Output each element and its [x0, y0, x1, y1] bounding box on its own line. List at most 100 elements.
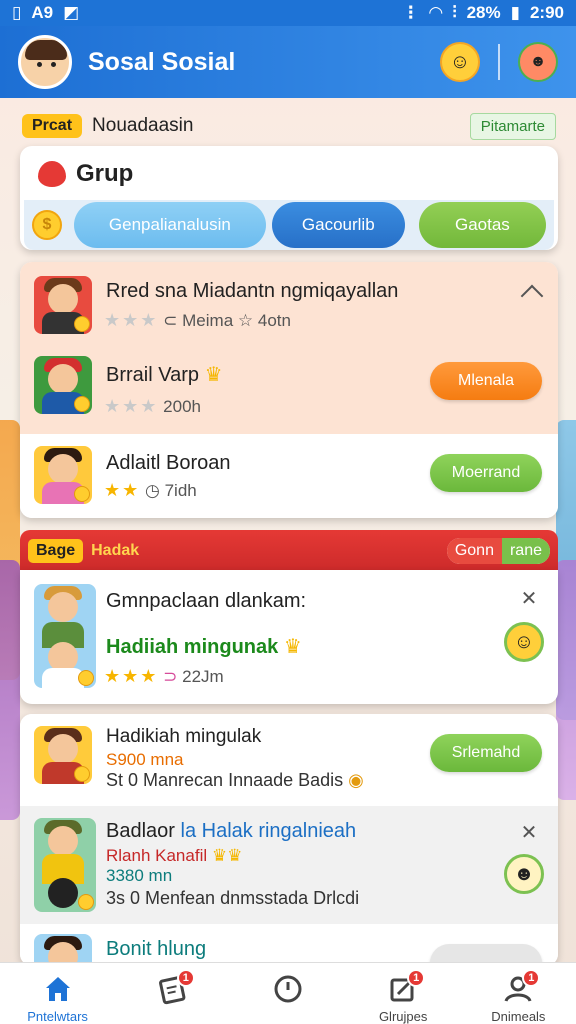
list-item-row[interactable]: Badlaor la Halak ringalnieah Rlanh Kanaf…: [20, 806, 558, 924]
grup-title: Grup: [76, 160, 134, 187]
section-toggle-b[interactable]: rane: [501, 538, 550, 564]
list-item-title-a: Badlaor: [106, 820, 175, 842]
rating-stars: ★★★: [104, 396, 159, 416]
list-item-line2: Rlanh Kanafil: [106, 846, 208, 865]
section-banner: Bage Hadak Gonn rane: [20, 530, 558, 572]
pin-icon[interactable]: ✕: [518, 822, 540, 844]
nav-clock[interactable]: [240, 963, 336, 1024]
list-header-title: Rred sna Miadantn ngmiqayallan: [106, 280, 399, 302]
character-thumbnail: [34, 818, 96, 912]
clock-icon: [274, 975, 302, 1003]
section-tag-2: Hadak: [91, 542, 140, 559]
smiley-icon[interactable]: ☻: [504, 854, 544, 894]
list-item-row[interactable]: Adlaitl Boroan ★★ ◷ 7idh Moerrand: [20, 434, 558, 518]
link-icon: ◷: [145, 481, 160, 500]
feature-sub: 22Jm: [182, 667, 224, 686]
feature-title: Gmnpaclaan dlankam:: [106, 590, 307, 612]
signal-icon: ⫶: [452, 3, 457, 22]
notification-badge: 1: [522, 969, 541, 987]
section-toggle[interactable]: Gonn rane: [446, 538, 550, 564]
pin-icon[interactable]: ✕: [518, 588, 540, 610]
nav-label: Glrujpes: [378, 1009, 428, 1024]
list-item-sub: 7idh: [164, 481, 197, 500]
character-thumbnail: [34, 356, 92, 414]
vibrate-icon: ⋮: [402, 3, 420, 22]
bottom-navigation: Pntelwtars 1 Glrujpes 1 Dnimeals 1: [0, 962, 576, 1024]
grup-tabs: $ Genpalianalusin Gacourlib Gaotas: [24, 200, 554, 250]
nav-label: Pntelwtars: [27, 1009, 88, 1024]
nav-groups[interactable]: Glrujpes 1: [355, 963, 451, 1024]
photo-icon: ◩: [63, 3, 80, 22]
chevron-up-icon[interactable]: [520, 284, 544, 308]
filter-right-button[interactable]: Pitamarte: [469, 112, 556, 140]
list-item-button[interactable]: Moerrand: [430, 454, 542, 492]
tab-1[interactable]: Genpalianalusin: [74, 202, 266, 248]
list-item-line2: S900 mna: [106, 750, 184, 769]
header-divider: [498, 44, 500, 80]
list-item-title: Adlaitl Boroan: [106, 452, 231, 474]
nav-people[interactable]: Dnimeals 1: [470, 963, 566, 1024]
nav-label: Dnimeals: [491, 1009, 546, 1024]
smiley-icon[interactable]: ☺: [504, 622, 544, 662]
star-outline-icon: ☆: [237, 311, 254, 330]
rating-stars: ★★★: [104, 310, 159, 330]
list-item-row[interactable]: Hadikiah mingulak S900 mna St 0 Manrecan…: [20, 714, 558, 806]
wifi-icon: ◠: [429, 3, 443, 22]
list-header-meta2: 4otn: [257, 311, 291, 330]
list-item-sub: 200h: [163, 397, 201, 416]
list-item-title: Bonit hlung: [106, 938, 207, 960]
crown-icon: ♛♛: [211, 846, 243, 865]
list-item-title-b: la Halak ringalnieah: [180, 820, 357, 842]
profile-avatar[interactable]: [18, 35, 72, 89]
app-title: Sosal Sosial: [88, 47, 236, 76]
grup-card: Grup $ Genpalianalusin Gacourlib Gaotas: [20, 146, 558, 250]
list-header-meta: Meima: [182, 311, 234, 330]
rating-stars: ★★: [104, 480, 141, 500]
list-item-line3: 3380 mn: [106, 866, 173, 885]
notification-badge: 1: [176, 969, 195, 987]
tab-3[interactable]: Gaotas: [418, 202, 546, 248]
character-thumbnail: [34, 446, 92, 504]
battery-icon: ▮: [510, 3, 520, 22]
section-toggle-a[interactable]: Gonn: [446, 538, 502, 564]
list-item-row[interactable]: Bonit hlung: [20, 924, 558, 966]
character-thumbnail: [34, 276, 92, 334]
heart-icon: [38, 161, 66, 187]
filter-text: Nouadaasin: [92, 115, 194, 136]
list-card-1: Rred sna Miadantn ngmiqayallan ★★★ ⊂ Mei…: [20, 262, 558, 518]
sim-icon: ▯: [12, 3, 22, 22]
coin-icon: ◉: [348, 770, 364, 790]
robot-avatar-icon[interactable]: ☻: [518, 42, 558, 82]
home-icon: [45, 977, 70, 1001]
coin-icon: $: [32, 210, 62, 240]
link-icon: ⊂: [163, 311, 178, 330]
list-item-title: Hadikiah mingulak: [106, 726, 262, 747]
character-thumbnail: [34, 584, 96, 688]
status-bar: ▯ A9 ◩ ⋮ ◠ ⫶ 28% ▮ 2:90: [0, 0, 576, 26]
app-header: Sosal Sosial ☺ ☻: [0, 26, 576, 98]
crown-icon: ♛: [204, 364, 223, 386]
nav-home[interactable]: Pntelwtars: [10, 963, 106, 1024]
nav-notes[interactable]: 1: [125, 963, 221, 1024]
list-item-line3: St 0 Manrecan Innaade Badis: [106, 770, 344, 790]
smiley-icon[interactable]: ☺: [440, 42, 480, 82]
list-item-line4: 3s 0 Menfean dnmsstada Drlcdi: [106, 888, 360, 908]
tab-2[interactable]: Gacourlib: [271, 202, 405, 248]
link-icon: ⊃: [163, 667, 178, 686]
clock-time: 2:90: [529, 3, 564, 22]
list-card-2: Hadikiah mingulak S900 mna St 0 Manrecan…: [20, 714, 558, 966]
filter-badge[interactable]: Prcat: [22, 114, 83, 138]
character-thumbnail: [34, 726, 92, 784]
crown-icon: ♛: [283, 636, 302, 658]
section-tag[interactable]: Bage: [28, 539, 84, 563]
feature-card[interactable]: Gmnpaclaan dlankam: Hadiiah mingunak ♛ ★…: [20, 570, 558, 704]
rating-stars: ★★★: [104, 666, 159, 686]
list-item-button[interactable]: Srlemahd: [430, 734, 542, 772]
filter-row: Prcat Nouadaasin Pitamarte: [22, 112, 556, 140]
feature-subtitle: Hadiiah mingunak: [106, 636, 279, 658]
list-item-button[interactable]: Mlenala: [430, 362, 542, 400]
background-building-left-2: [0, 560, 20, 820]
notification-badge: 1: [407, 969, 426, 987]
list-header-row[interactable]: Rred sna Miadantn ngmiqayallan ★★★ ⊂ Mei…: [20, 262, 558, 434]
background-building-right-2: [556, 560, 576, 800]
